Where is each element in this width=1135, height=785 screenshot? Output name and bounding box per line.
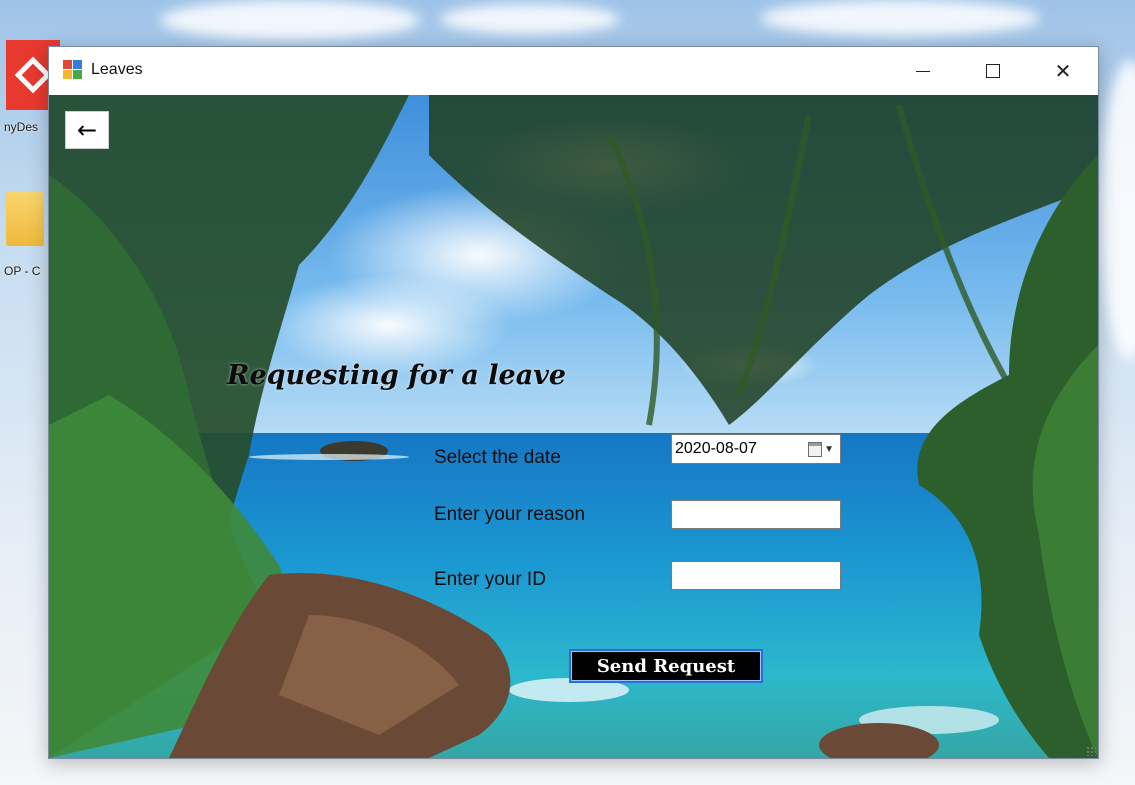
- id-label: Enter your ID: [434, 569, 546, 590]
- back-button[interactable]: ←: [65, 111, 109, 149]
- close-icon: ✕: [1054, 60, 1072, 83]
- title-bar[interactable]: Leaves ✕: [49, 47, 1098, 95]
- arrow-left-icon: ←: [76, 116, 98, 144]
- send-request-button[interactable]: Send Request: [569, 649, 763, 683]
- leaves-window: Leaves ✕ ← Requesting for a leave Select…: [48, 46, 1099, 759]
- calendar-icon: [808, 441, 823, 457]
- maximize-icon: [986, 64, 1000, 78]
- maximize-button[interactable]: [958, 47, 1028, 95]
- date-label: Select the date: [434, 447, 561, 468]
- resize-grip[interactable]: [1086, 746, 1096, 756]
- chevron-down-icon: ▼: [824, 443, 834, 455]
- date-dropdown-button[interactable]: ▼: [808, 441, 834, 457]
- minimize-icon: [916, 70, 930, 72]
- app-window-icon: [63, 60, 83, 80]
- page-title: Requesting for a leave: [227, 360, 567, 391]
- reason-input[interactable]: [671, 500, 841, 529]
- id-input[interactable]: [671, 561, 841, 590]
- reason-label: Enter your reason: [434, 504, 586, 525]
- desktop-folder-icon[interactable]: [6, 192, 44, 246]
- minimize-button[interactable]: [888, 47, 958, 95]
- desktop-icon-label: nyDes: [4, 120, 39, 134]
- desktop-icon-label: OP - C: [4, 264, 41, 278]
- date-picker[interactable]: 2020-08-07 ▼: [671, 434, 841, 464]
- date-value: 2020-08-07: [675, 440, 757, 457]
- window-title: Leaves: [91, 61, 143, 78]
- form-client-area: ← Requesting for a leave Select the date…: [49, 95, 1098, 758]
- close-button[interactable]: ✕: [1028, 47, 1098, 95]
